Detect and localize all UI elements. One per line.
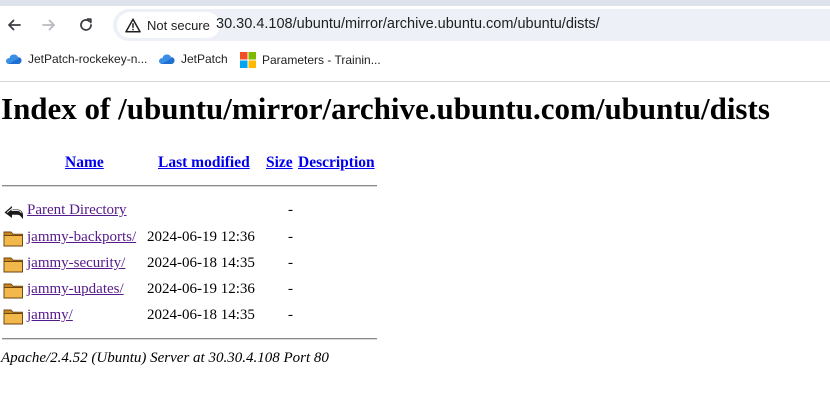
reload-button[interactable]	[75, 14, 97, 36]
security-label: Not secure	[147, 17, 210, 33]
cloud-icon	[6, 54, 22, 64]
bookmark-item[interactable]: JetPatch	[157, 52, 228, 66]
bookmark-item[interactable]: Parameters - Trainin...	[240, 52, 381, 68]
bookmark-label: JetPatch	[181, 52, 228, 66]
forward-arrow-icon	[42, 19, 55, 31]
back-button[interactable]	[3, 14, 25, 36]
back-arrow-icon	[8, 19, 21, 31]
address-bar[interactable]: Not secure 30.30.4.108/ubuntu/mirror/arc…	[113, 9, 830, 41]
parent-directory-link[interactable]: Parent Directory	[27, 202, 127, 219]
folder-icon	[3, 283, 23, 299]
bookmark-item[interactable]: JetPatch-rockekey-n...	[4, 52, 147, 66]
size-cell: -	[288, 281, 293, 297]
browser-chrome: Not secure 30.30.4.108/ubuntu/mirror/arc…	[0, 0, 830, 82]
column-header-name[interactable]: Name	[65, 154, 104, 172]
cloud-icon	[159, 54, 175, 64]
modified-cell: 2024-06-19 12:36	[147, 229, 255, 245]
reload-icon	[80, 18, 92, 31]
directory-link[interactable]: jammy/	[27, 307, 73, 324]
column-header-description[interactable]: Description	[298, 154, 375, 172]
size-cell: -	[288, 255, 293, 271]
table-row: jammy-backports/ 2024-06-19 12:36 -	[0, 228, 400, 250]
table-row: jammy-updates/ 2024-06-19 12:36 -	[0, 280, 400, 302]
table-row: Parent Directory -	[0, 201, 400, 223]
bookmark-label: JetPatch-rockekey-n...	[28, 52, 148, 66]
url-text[interactable]: 30.30.4.108/ubuntu/mirror/archive.ubuntu…	[216, 16, 600, 32]
folder-icon	[3, 309, 23, 325]
folder-icon	[3, 257, 23, 273]
security-chip[interactable]: Not secure	[117, 12, 220, 38]
directory-link[interactable]: jammy-backports/	[27, 229, 136, 246]
page-title: Index of /ubuntu/mirror/archive.ubuntu.c…	[1, 91, 770, 126]
header-divider	[2, 185, 377, 187]
footer-divider	[2, 338, 377, 340]
modified-cell: 2024-06-18 14:35	[147, 307, 255, 323]
chrome-divider	[0, 81, 830, 82]
column-header-last-modified[interactable]: Last modified	[158, 154, 250, 172]
size-cell: -	[288, 202, 293, 218]
table-row: jammy-security/ 2024-06-18 14:35 -	[0, 254, 400, 276]
table-row: jammy/ 2024-06-18 14:35 -	[0, 306, 400, 328]
server-signature: Apache/2.4.52 (Ubuntu) Server at 30.30.4…	[1, 350, 329, 366]
modified-cell: 2024-06-19 12:36	[147, 281, 255, 297]
bookmarks-bar: JetPatch-rockekey-n... JetPatch Paramete…	[0, 50, 830, 74]
back-arrow-icon	[4, 206, 23, 219]
tab-strip-edge	[0, 0, 830, 6]
warning-triangle-icon	[125, 17, 141, 33]
folder-icon	[3, 231, 23, 247]
size-cell: -	[288, 307, 293, 323]
bookmark-label: Parameters - Trainin...	[262, 53, 381, 67]
modified-cell: 2024-06-18 14:35	[147, 255, 255, 271]
directory-link[interactable]: jammy-updates/	[27, 281, 124, 298]
microsoft-grid-icon	[240, 52, 256, 68]
directory-link[interactable]: jammy-security/	[27, 255, 125, 272]
column-header-size[interactable]: Size	[266, 154, 293, 172]
forward-button[interactable]	[38, 14, 60, 36]
size-cell: -	[288, 229, 293, 245]
